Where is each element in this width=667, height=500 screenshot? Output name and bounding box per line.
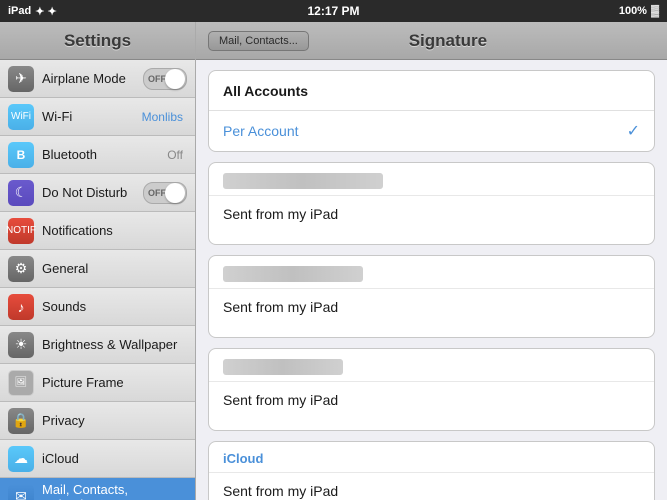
- brightness-icon: ☀: [8, 332, 34, 358]
- airplane-toggle[interactable]: OFF: [143, 68, 187, 90]
- account3-email-row: [209, 349, 654, 382]
- privacy-icon: 🔒: [8, 408, 34, 434]
- content-header: Mail, Contacts... Signature: [196, 22, 667, 60]
- status-right: 100% ▓: [619, 5, 659, 17]
- sidebar-item-mail[interactable]: ✉ Mail, Contacts, Calendars: [0, 478, 195, 500]
- account-type-selector: All Accounts Per Account ✓: [208, 70, 655, 152]
- sidebar-item-wifi[interactable]: WiFi Wi-Fi Monlibs: [0, 98, 195, 136]
- sidebar-item-privacy[interactable]: 🔒 Privacy: [0, 402, 195, 440]
- sidebar-item-bluetooth[interactable]: B Bluetooth Off: [0, 136, 195, 174]
- sidebar-item-notifications[interactable]: NOTIF Notifications: [0, 212, 195, 250]
- privacy-label: Privacy: [42, 413, 187, 428]
- signal-icon: ✦ ✦: [35, 5, 57, 18]
- breadcrumb[interactable]: Mail, Contacts...: [208, 31, 309, 51]
- mail-label: Mail, Contacts, Calendars: [42, 482, 187, 500]
- dnd-toggle-label: OFF: [148, 188, 166, 198]
- all-accounts-row[interactable]: All Accounts: [209, 71, 654, 111]
- account2-signature[interactable]: Sent from my iPad: [209, 289, 654, 337]
- sidebar-title: Settings: [64, 31, 131, 51]
- sidebar-item-airplane[interactable]: ✈ Airplane Mode OFF: [0, 60, 195, 98]
- bluetooth-label: Bluetooth: [42, 147, 167, 162]
- dnd-label: Do Not Disturb: [42, 185, 143, 200]
- wifi-value: Monlibs: [142, 110, 183, 124]
- battery-label: 100%: [619, 5, 647, 17]
- account-group-1: Sent from my iPad: [208, 162, 655, 245]
- main-layout: Settings ✈ Airplane Mode OFF WiFi Wi-Fi …: [0, 22, 667, 500]
- icloud-card: iCloud Sent from my iPad: [208, 441, 655, 500]
- status-bar: iPad ✦ ✦ 12:17 PM 100% ▓: [0, 0, 667, 22]
- account1-email-blur: [223, 173, 383, 189]
- ipad-label: iPad: [8, 5, 31, 17]
- sounds-icon: ♪: [8, 294, 34, 320]
- icloud-icon: ☁: [8, 446, 34, 472]
- icloud-account-label-row: iCloud: [209, 442, 654, 473]
- general-label: General: [42, 261, 187, 276]
- account3-email-blur: [223, 359, 343, 375]
- dnd-toggle[interactable]: OFF: [143, 182, 187, 204]
- account1-signature[interactable]: Sent from my iPad: [209, 196, 654, 244]
- all-accounts-label: All Accounts: [223, 83, 640, 99]
- sidebar-header: Settings: [0, 22, 195, 60]
- sidebar-item-icloud[interactable]: ☁ iCloud: [0, 440, 195, 478]
- sidebar-item-sounds[interactable]: ♪ Sounds: [0, 288, 195, 326]
- icloud-signature[interactable]: Sent from my iPad: [209, 473, 654, 500]
- sidebar-item-picture[interactable]: 🖼 Picture Frame: [0, 364, 195, 402]
- bluetooth-icon: B: [8, 142, 34, 168]
- icloud-account-label: iCloud: [223, 451, 263, 466]
- dnd-toggle-knob: [165, 183, 185, 203]
- status-left: iPad ✦ ✦: [8, 5, 57, 18]
- account3-card: Sent from my iPad: [208, 348, 655, 431]
- account1-email-row: [209, 163, 654, 196]
- sounds-label: Sounds: [42, 299, 187, 314]
- status-time: 12:17 PM: [307, 4, 359, 18]
- wifi-label: Wi-Fi: [42, 109, 142, 124]
- notifications-icon: NOTIF: [8, 218, 34, 244]
- dnd-icon: ☾: [8, 180, 34, 206]
- airplane-label: Airplane Mode: [42, 71, 143, 86]
- brightness-label: Brightness & Wallpaper: [42, 337, 187, 352]
- bluetooth-value: Off: [167, 148, 183, 162]
- toggle-off-label: OFF: [148, 74, 166, 84]
- page-title: Signature: [321, 31, 575, 51]
- account-group-3: Sent from my iPad: [208, 348, 655, 431]
- sidebar: Settings ✈ Airplane Mode OFF WiFi Wi-Fi …: [0, 22, 196, 500]
- account2-card: Sent from my iPad: [208, 255, 655, 338]
- general-icon: ⚙: [8, 256, 34, 282]
- sidebar-item-general[interactable]: ⚙ General: [0, 250, 195, 288]
- account2-email-blur: [223, 266, 363, 282]
- checkmark-icon: ✓: [627, 121, 640, 141]
- battery-icon: ▓: [651, 5, 659, 17]
- sidebar-item-brightness[interactable]: ☀ Brightness & Wallpaper: [0, 326, 195, 364]
- account1-card: Sent from my iPad: [208, 162, 655, 245]
- picture-icon: 🖼: [8, 370, 34, 396]
- account-group-icloud: iCloud Sent from my iPad: [208, 441, 655, 500]
- sidebar-item-dnd[interactable]: ☾ Do Not Disturb OFF: [0, 174, 195, 212]
- notifications-label: Notifications: [42, 223, 187, 238]
- per-account-label: Per Account: [223, 123, 619, 139]
- picture-label: Picture Frame: [42, 375, 187, 390]
- mail-icon: ✉: [8, 484, 34, 500]
- account3-signature[interactable]: Sent from my iPad: [209, 382, 654, 430]
- account-group-2: Sent from my iPad: [208, 255, 655, 338]
- airplane-icon: ✈: [8, 66, 34, 92]
- content-area: Mail, Contacts... Signature All Accounts…: [196, 22, 667, 500]
- toggle-knob: [165, 69, 185, 89]
- account2-email-row: [209, 256, 654, 289]
- wifi-icon: WiFi: [8, 104, 34, 130]
- signature-content: All Accounts Per Account ✓ Sent from my …: [196, 60, 667, 500]
- per-account-row[interactable]: Per Account ✓: [209, 111, 654, 151]
- icloud-label: iCloud: [42, 451, 187, 466]
